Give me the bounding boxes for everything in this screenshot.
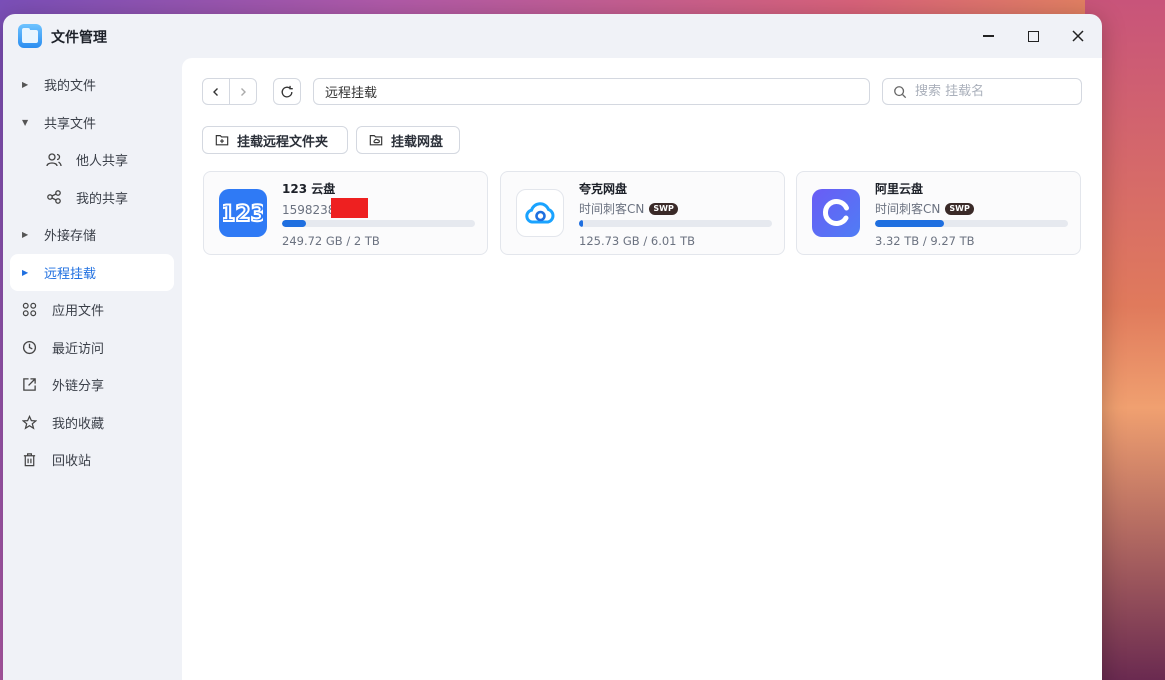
sidebar-item-label: 外接存储 (44, 229, 97, 245)
sidebar-item-recent[interactable]: 最近访问 (10, 329, 174, 367)
mount-card-quark[interactable]: 夸克网盘 时间刺客CN SWP 125.73 GB / 6.01 TB (500, 171, 785, 255)
star-icon (22, 414, 46, 430)
sidebar-item-external-storage[interactable]: ▶ 外接存储 (10, 216, 174, 254)
sidebar: ▶ 我的文件 ▼ 共享文件 他人共享 我的共享 ▶ 外接存储 ▶ 远程挂载 应用… (3, 66, 181, 479)
main-content: 远程挂载 挂载远程文件夹 挂载网盘 123 123 云盘 1598238 (182, 58, 1102, 680)
minimize-icon (982, 35, 994, 37)
storage-progress-bar (875, 220, 1068, 227)
sidebar-item-label: 最近访问 (52, 341, 105, 357)
card-account-text: 时间刺客CN (579, 202, 645, 216)
mount-remote-folder-button[interactable]: 挂载远程文件夹 (202, 126, 348, 154)
storage-usage-text: 125.73 GB / 6.01 TB (579, 234, 696, 248)
card-account: 时间刺客CN SWP (875, 200, 974, 217)
mount-cloud-drive-button[interactable]: 挂载网盘 (356, 126, 460, 154)
mount-cloud-drive-label: 挂载网盘 (391, 134, 444, 150)
back-button[interactable] (203, 79, 229, 104)
sidebar-item-label: 远程挂载 (44, 266, 97, 282)
close-icon (1072, 30, 1084, 42)
clock-icon (22, 340, 46, 355)
caret-down-icon[interactable]: ▼ (22, 118, 38, 127)
card-title: 阿里云盘 (875, 182, 924, 196)
card-account: 时间刺客CN SWP (579, 200, 678, 217)
storage-usage-text: 3.32 TB / 9.27 TB (875, 234, 975, 248)
file-manager-window: 文件管理 ▶ 我的文件 ▼ 共享文件 他人共享 我的共享 ▶ 外接存储 ▶ 远程… (3, 14, 1102, 680)
maximize-button[interactable] (1019, 22, 1047, 50)
sidebar-item-label: 应用文件 (52, 304, 105, 320)
search-input[interactable] (915, 84, 1075, 99)
sidebar-item-label: 我的收藏 (52, 416, 105, 432)
storage-progress-fill (282, 220, 306, 227)
sidebar-item-label: 共享文件 (44, 116, 97, 132)
trash-icon (22, 452, 46, 467)
sidebar-item-my-shares[interactable]: 我的共享 (10, 179, 174, 217)
sidebar-item-external-share[interactable]: 外链分享 (10, 366, 174, 404)
sidebar-item-label: 回收站 (52, 454, 92, 470)
path-text: 远程挂载 (325, 86, 378, 101)
mount-card-123-cloud[interactable]: 123 123 云盘 1598238 249.72 GB / 2 TB (203, 171, 488, 255)
caret-right-icon[interactable]: ▶ (22, 80, 38, 89)
sidebar-item-remote-mount[interactable]: ▶ 远程挂载 (10, 253, 174, 291)
path-bar[interactable]: 远程挂载 (313, 78, 870, 105)
card-title: 夸克网盘 (579, 182, 628, 196)
aliyun-drive-logo-icon (812, 189, 860, 237)
external-link-icon (22, 377, 46, 392)
apps-icon (22, 302, 46, 317)
storage-usage-text: 249.72 GB / 2 TB (282, 234, 380, 248)
close-button[interactable] (1064, 22, 1092, 50)
sidebar-item-label: 我的文件 (44, 79, 97, 95)
share-icon (46, 189, 70, 205)
storage-progress-bar (579, 220, 772, 227)
users-icon (46, 152, 70, 168)
refresh-icon (281, 85, 293, 97)
card-account: 1598238 (282, 198, 369, 220)
chevron-left-icon (213, 87, 219, 96)
sidebar-item-label: 我的共享 (76, 191, 129, 207)
search-box[interactable] (882, 78, 1082, 105)
folder-add-icon (215, 135, 229, 146)
swp-badge: SWP (649, 202, 678, 215)
sidebar-item-trash[interactable]: 回收站 (10, 441, 174, 479)
sidebar-item-my-files[interactable]: ▶ 我的文件 (10, 66, 174, 104)
card-account-text: 1598238 (282, 203, 336, 217)
refresh-button[interactable] (273, 78, 301, 105)
maximize-icon (1027, 30, 1039, 42)
swp-badge: SWP (945, 202, 974, 215)
caret-right-icon[interactable]: ▶ (22, 268, 38, 277)
sidebar-item-favorites[interactable]: 我的收藏 (10, 404, 174, 442)
history-navigation (202, 78, 257, 105)
storage-progress-fill (875, 220, 945, 227)
svg-text:123: 123 (223, 202, 263, 225)
chevron-right-icon (241, 87, 247, 96)
storage-progress-bar (282, 220, 475, 227)
card-account-text: 时间刺客CN (875, 202, 941, 216)
123-cloud-logo-icon: 123 (219, 189, 267, 237)
sidebar-item-app-files[interactable]: 应用文件 (10, 291, 174, 329)
title-bar: 文件管理 (3, 14, 1102, 58)
sidebar-item-shared-with-me[interactable]: 他人共享 (10, 141, 174, 179)
quark-cloud-logo-icon (516, 189, 564, 237)
file-manager-app-icon (18, 24, 42, 48)
storage-progress-fill (579, 220, 584, 227)
sidebar-item-shared-files[interactable]: ▼ 共享文件 (10, 104, 174, 142)
redaction-block (331, 198, 369, 218)
minimize-button[interactable] (974, 22, 1002, 50)
sidebar-item-label: 他人共享 (76, 154, 129, 170)
mount-card-aliyun[interactable]: 阿里云盘 时间刺客CN SWP 3.32 TB / 9.27 TB (796, 171, 1081, 255)
search-icon (894, 85, 907, 98)
folder-cloud-icon (369, 135, 383, 146)
caret-right-icon[interactable]: ▶ (22, 230, 38, 239)
mount-remote-folder-label: 挂载远程文件夹 (237, 134, 329, 150)
sidebar-item-label: 外链分享 (52, 379, 105, 395)
forward-button[interactable] (229, 79, 256, 104)
card-title: 123 云盘 (282, 182, 336, 196)
window-title: 文件管理 (51, 30, 107, 46)
